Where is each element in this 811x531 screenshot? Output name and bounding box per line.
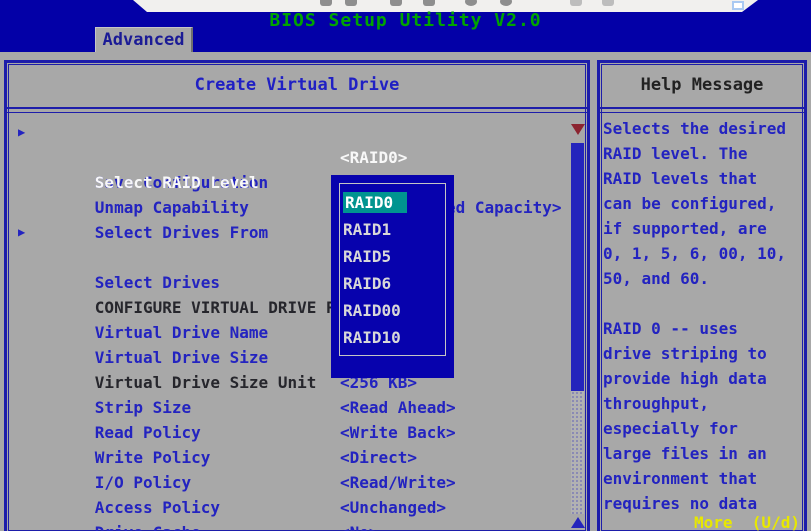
dropdown-option-raid10[interactable]: RAID10 xyxy=(343,324,444,351)
dropdown-option-raid5[interactable]: RAID5 xyxy=(343,243,444,270)
toolbar-icon-remnant xyxy=(390,0,402,6)
toolbar-icon-remnant xyxy=(465,0,477,6)
help-line: if supported, are xyxy=(603,216,803,241)
list-item-save-configuration[interactable]: ▶ Save Configuration xyxy=(20,120,560,145)
item-value: <Write Back> xyxy=(340,420,456,445)
item-value: <RAID0> xyxy=(340,145,407,170)
window-icon xyxy=(732,1,744,10)
help-line: drive striping to xyxy=(603,341,803,366)
help-panel-title: Help Message xyxy=(600,63,804,107)
help-line: can be configured, xyxy=(603,191,803,216)
toolbar-icon-remnant xyxy=(320,0,332,6)
help-line: especially for xyxy=(603,416,803,441)
dropdown-option-raid00[interactable]: RAID00 xyxy=(343,297,444,324)
list-item-select-drives[interactable]: ▶ Select Drives xyxy=(20,220,560,245)
help-line: throughput, xyxy=(603,391,803,416)
item-value: <Direct> xyxy=(340,445,417,470)
dropdown-options: RAID0 RAID1 RAID5 RAID6 RAID00 RAID10 xyxy=(343,189,444,351)
toolbar-icon-remnant xyxy=(345,0,357,6)
item-value: <Read/Write> xyxy=(340,470,456,495)
list-item-virtual-drive-size-unit[interactable]: Virtual Drive Size Unit xyxy=(20,345,560,370)
list-item-select-raid-level[interactable]: Select RAID Level <RAID0> xyxy=(20,145,560,170)
bios-screen: BIOS Setup Utility V2.0 Advanced Create … xyxy=(0,0,811,531)
help-line: RAID 0 -- uses xyxy=(603,316,803,341)
list-item-drive-cache[interactable]: Drive Cache <Unchanged> xyxy=(20,495,560,520)
list-item-select-drives-from[interactable]: Select Drives From <Unconfigured Capacit… xyxy=(20,195,560,220)
list-item-unmap-capability[interactable]: Unmap Capability xyxy=(20,170,560,195)
toolbar-icon-remnant xyxy=(570,0,582,6)
divider xyxy=(600,107,804,113)
help-text: Selects the desired RAID level. The RAID… xyxy=(603,116,803,516)
toolbar-icon-remnant xyxy=(423,0,435,6)
scroll-down-icon[interactable] xyxy=(571,124,585,135)
item-value: <Unchanged> xyxy=(340,495,446,520)
divider xyxy=(7,107,587,113)
toolbar-icon-remnant xyxy=(602,0,614,6)
help-line: provide high data xyxy=(603,366,803,391)
toolbar-icon-remnant xyxy=(500,0,512,6)
dropdown-option-raid6[interactable]: RAID6 xyxy=(343,270,444,297)
main-panel-title: Create Virtual Drive xyxy=(7,63,587,107)
list-item-virtual-drive-name[interactable]: Virtual Drive Name xyxy=(20,295,560,320)
settings-list: ▶ Save Configuration Select RAID Level <… xyxy=(20,120,560,531)
list-item-access-policy[interactable]: Access Policy <Read/Write> xyxy=(20,470,560,495)
tab-advanced[interactable]: Advanced xyxy=(95,27,193,53)
scrollbar xyxy=(570,122,585,531)
arrow-right-icon: ▶ xyxy=(18,120,25,145)
help-line: 0, 1, 5, 6, 00, 10, xyxy=(603,241,803,266)
list-item-virtual-drive-size[interactable]: Virtual Drive Size xyxy=(20,320,560,345)
dropdown-option-raid0[interactable]: RAID0 xyxy=(343,189,444,216)
list-item-disable-background[interactable]: Disable Background <No> xyxy=(20,520,560,531)
dropdown-option-raid1[interactable]: RAID1 xyxy=(343,216,444,243)
section-configure-virtual-drive: CONFIGURE VIRTUAL DRIVE PAR xyxy=(20,270,560,295)
item-value: <No> xyxy=(340,520,379,531)
help-line: RAID levels that xyxy=(603,166,803,191)
help-line: Selects the desired xyxy=(603,116,803,141)
list-item-io-policy[interactable]: I/O Policy <Direct> xyxy=(20,445,560,470)
list-item-blank xyxy=(20,245,560,270)
list-item-read-policy[interactable]: Read Policy <Read Ahead> xyxy=(20,395,560,420)
scroll-thumb[interactable] xyxy=(571,143,584,391)
help-line xyxy=(603,291,803,316)
list-item-write-policy[interactable]: Write Policy <Write Back> xyxy=(20,420,560,445)
more-indicator: More (U/d) xyxy=(694,513,800,531)
list-item-strip-size[interactable]: Strip Size <256 KB> xyxy=(20,370,560,395)
help-line: large files in an xyxy=(603,441,803,466)
raid-level-dropdown: RAID0 RAID1 RAID5 RAID6 RAID00 RAID10 xyxy=(331,175,454,378)
scroll-up-icon[interactable] xyxy=(571,517,585,528)
help-line: RAID level. The xyxy=(603,141,803,166)
help-line: environment that xyxy=(603,466,803,491)
help-line: 50, and 60. xyxy=(603,266,803,291)
item-value: <Read Ahead> xyxy=(340,395,456,420)
arrow-right-icon: ▶ xyxy=(18,220,25,245)
